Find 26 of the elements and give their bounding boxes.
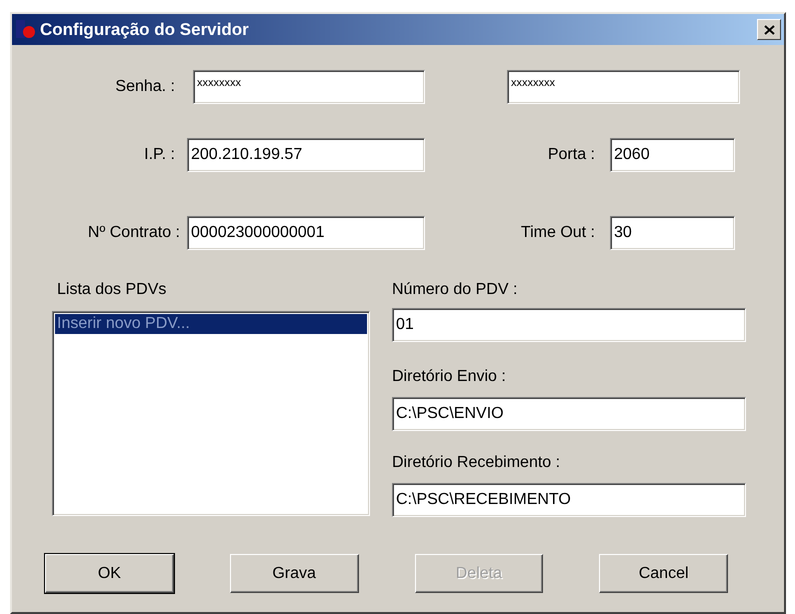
field-label: Nº Contrato :: [86, 224, 180, 242]
password-field[interactable]: xxxxxxxx: [193, 70, 425, 104]
list-item[interactable]: Inserir novo PDV...: [55, 314, 367, 334]
field-label: Senha. :: [114, 78, 175, 96]
close-icon: [764, 24, 774, 34]
text-field[interactable]: C:\PSC\ENVIO: [392, 397, 746, 431]
text-field[interactable]: C:\PSC\RECEBIMENTO: [392, 483, 746, 517]
field-label: Diretório Recebimento :: [392, 454, 562, 473]
close-button[interactable]: [757, 19, 781, 40]
text-field[interactable]: 01: [392, 308, 746, 342]
window-title: Configuração do Servidor: [40, 20, 250, 40]
timeout-field[interactable]: 30: [610, 216, 735, 250]
ip-field[interactable]: 200.210.199.57: [187, 138, 425, 172]
field-label: Diretório Envio :: [392, 368, 507, 387]
pdv-listbox[interactable]: Inserir novo PDV...: [52, 311, 370, 516]
dialog-button[interactable]: Cancel: [599, 554, 728, 593]
port-field[interactable]: 2060: [610, 138, 735, 172]
field-label: Número do PDV :: [392, 281, 518, 300]
field-label: I.P. :: [143, 146, 175, 164]
field-label: Time Out :: [520, 224, 595, 242]
password-confirm-field[interactable]: xxxxxxxx: [507, 70, 740, 104]
contract-field[interactable]: 000023000000001: [187, 216, 425, 250]
dialog-button[interactable]: Grava: [230, 554, 358, 593]
field-label: Porta :: [546, 146, 595, 164]
list-label: Lista dos PDVs: [57, 281, 168, 299]
dialog-button[interactable]: OK: [45, 554, 174, 593]
